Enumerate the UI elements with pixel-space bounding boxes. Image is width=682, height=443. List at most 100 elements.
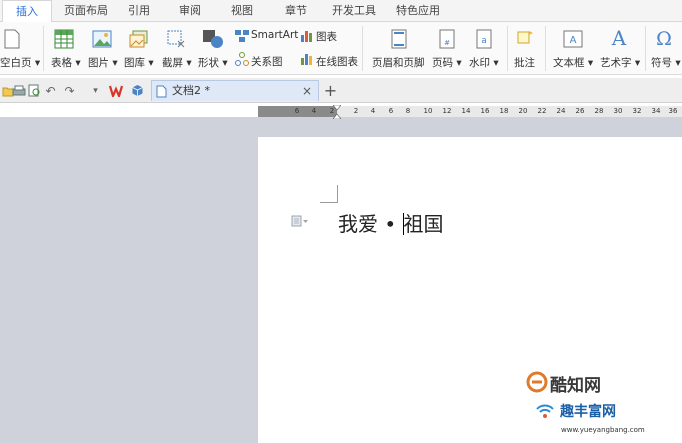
print-preview-icon[interactable] <box>27 83 42 98</box>
screenshot-label: 截屏 <box>162 57 183 69</box>
kuzhi-logo-icon <box>526 371 548 393</box>
ruler-tick: 26 <box>575 107 585 115</box>
document-tab-title: 文档2 * <box>172 84 210 97</box>
ruler-tick: 36 <box>668 107 678 115</box>
shape-icon[interactable] <box>201 28 225 50</box>
ribbon-tab-bar: 插入 页面布局 引用 审阅 视图 章节 开发工具 特色应用 <box>0 0 682 23</box>
document-body-text[interactable]: 我爱 • 祖国 <box>338 208 444 237</box>
undo-icon[interactable]: ↶ <box>43 83 58 98</box>
screenshot-icon[interactable] <box>165 28 187 50</box>
tab-special-apps[interactable]: 特色应用 <box>388 0 448 22</box>
watermark-url: www.yueyangbang.com <box>561 426 645 434</box>
ruler-tick: 18 <box>499 107 509 115</box>
divider <box>43 26 44 71</box>
symbol-label: 符号 <box>651 57 672 69</box>
ruler-tick: 8 <box>405 107 411 115</box>
close-tab-icon[interactable]: × <box>302 81 312 101</box>
ruler-tick: 2 <box>353 107 359 115</box>
svg-text:#: # <box>444 39 450 47</box>
ruler-tick: 10 <box>423 107 433 115</box>
ruler-tick: 24 <box>556 107 566 115</box>
tab-review[interactable]: 审阅 <box>170 0 210 22</box>
tab-developer-tools[interactable]: 开发工具 <box>326 0 382 22</box>
wps-logo-icon[interactable] <box>108 83 126 98</box>
textbox-icon[interactable]: A <box>562 28 584 50</box>
ruler-tick: 34 <box>651 107 661 115</box>
symbol-button[interactable]: 符号 ▾ <box>651 55 681 70</box>
online-chart-icon <box>300 52 314 66</box>
textbox-button[interactable]: 文本框 ▾ <box>553 55 593 70</box>
ruler-tick: 20 <box>518 107 528 115</box>
print-icon[interactable] <box>11 83 26 98</box>
svg-text:A: A <box>570 35 577 46</box>
watermark-label: 水印 <box>469 57 490 69</box>
gallery-button[interactable]: 图库 ▾ <box>124 55 154 70</box>
page-number-label: 页码 <box>432 57 453 69</box>
ruler-tick: 6 <box>388 107 394 115</box>
divider <box>507 26 508 71</box>
margin-corner-mark <box>320 185 338 203</box>
shape-label: 形状 <box>198 57 219 69</box>
tab-chapter[interactable]: 章节 <box>276 0 316 22</box>
table-button[interactable]: 表格 ▾ <box>51 55 81 70</box>
watermark-icon[interactable]: a <box>474 28 494 50</box>
svg-text:A: A <box>611 27 627 49</box>
watermark-site-name-1: 酷知网 <box>550 376 601 396</box>
watermark-button[interactable]: 水印 ▾ <box>469 55 499 70</box>
cloud-cube-icon[interactable] <box>130 83 145 98</box>
header-footer-icon[interactable] <box>389 28 409 50</box>
relation-chart-icon <box>235 52 249 66</box>
table-label: 表格 <box>51 57 72 69</box>
table-icon[interactable] <box>53 28 75 50</box>
symbol-icon[interactable]: Ω <box>652 26 676 50</box>
online-chart-button[interactable]: 在线图表 <box>316 54 358 69</box>
ruler-tick: 32 <box>632 107 642 115</box>
tab-insert[interactable]: 插入 <box>2 0 52 23</box>
wordart-icon[interactable]: A <box>608 26 630 50</box>
divider <box>545 26 546 71</box>
page-number-button[interactable]: 页码 ▾ <box>432 55 462 70</box>
wifi-logo-icon <box>534 400 556 422</box>
text-before-cursor: 我爱 • <box>338 212 403 236</box>
ruler-tick: 4 <box>311 107 317 115</box>
text-after-cursor: 祖国 <box>403 212 444 236</box>
ruler-tick: 14 <box>461 107 471 115</box>
comment-button[interactable]: 批注 <box>514 55 535 70</box>
blank-page-label: 空白页 <box>0 57 32 69</box>
comment-icon[interactable] <box>514 28 536 50</box>
customize-toolbar-chevron-down-icon[interactable]: ▾ <box>88 83 103 98</box>
chart-icon <box>300 29 314 42</box>
blank-page-button[interactable]: 空白页 ▾ <box>0 55 40 70</box>
header-footer-button[interactable]: 页眉和页脚 <box>372 55 425 70</box>
relation-chart-button[interactable]: 关系图 <box>251 54 283 69</box>
picture-button[interactable]: 图片 ▾ <box>88 55 118 70</box>
tab-page-layout[interactable]: 页面布局 <box>58 0 114 22</box>
divider <box>362 26 363 71</box>
paragraph-layout-icon[interactable] <box>291 215 311 227</box>
redo-icon[interactable]: ↷ <box>62 83 77 98</box>
ruler-tick: 28 <box>594 107 604 115</box>
gallery-icon[interactable] <box>128 28 150 50</box>
tab-view[interactable]: 视图 <box>222 0 262 22</box>
chart-button[interactable]: 图表 <box>316 29 337 44</box>
document-page[interactable]: 我爱 • 祖国 酷知网 趣丰富网 www.yueyangbang.com <box>258 137 682 443</box>
new-tab-plus-icon[interactable]: + <box>323 81 338 100</box>
ruler-tick: 4 <box>370 107 376 115</box>
ribbon-insert-panel: 空白页 ▾ 表格 ▾ 图片 ▾ 图库 ▾ 截屏 ▾ 形状 ▾ SmartArt … <box>0 22 682 75</box>
textbox-label: 文本框 <box>553 57 585 69</box>
tab-references[interactable]: 引用 <box>119 0 159 22</box>
wordart-button[interactable]: 艺术字 ▾ <box>600 55 640 70</box>
page-number-icon[interactable]: # <box>437 28 457 50</box>
shape-button[interactable]: 形状 ▾ <box>198 55 228 70</box>
ruler-tick: 30 <box>613 107 623 115</box>
ruler-indent-marker[interactable] <box>332 104 342 120</box>
document-tab[interactable]: 文档2 * × <box>151 80 319 101</box>
picture-label: 图片 <box>88 57 109 69</box>
blank-page-icon[interactable] <box>2 27 22 51</box>
screenshot-button[interactable]: 截屏 ▾ <box>162 55 192 70</box>
ruler-tick: 6 <box>294 107 300 115</box>
smartart-button[interactable]: SmartArt <box>251 29 298 41</box>
picture-icon[interactable] <box>91 28 113 50</box>
ruler-tick: 22 <box>537 107 547 115</box>
ruler-tick: 12 <box>442 107 452 115</box>
